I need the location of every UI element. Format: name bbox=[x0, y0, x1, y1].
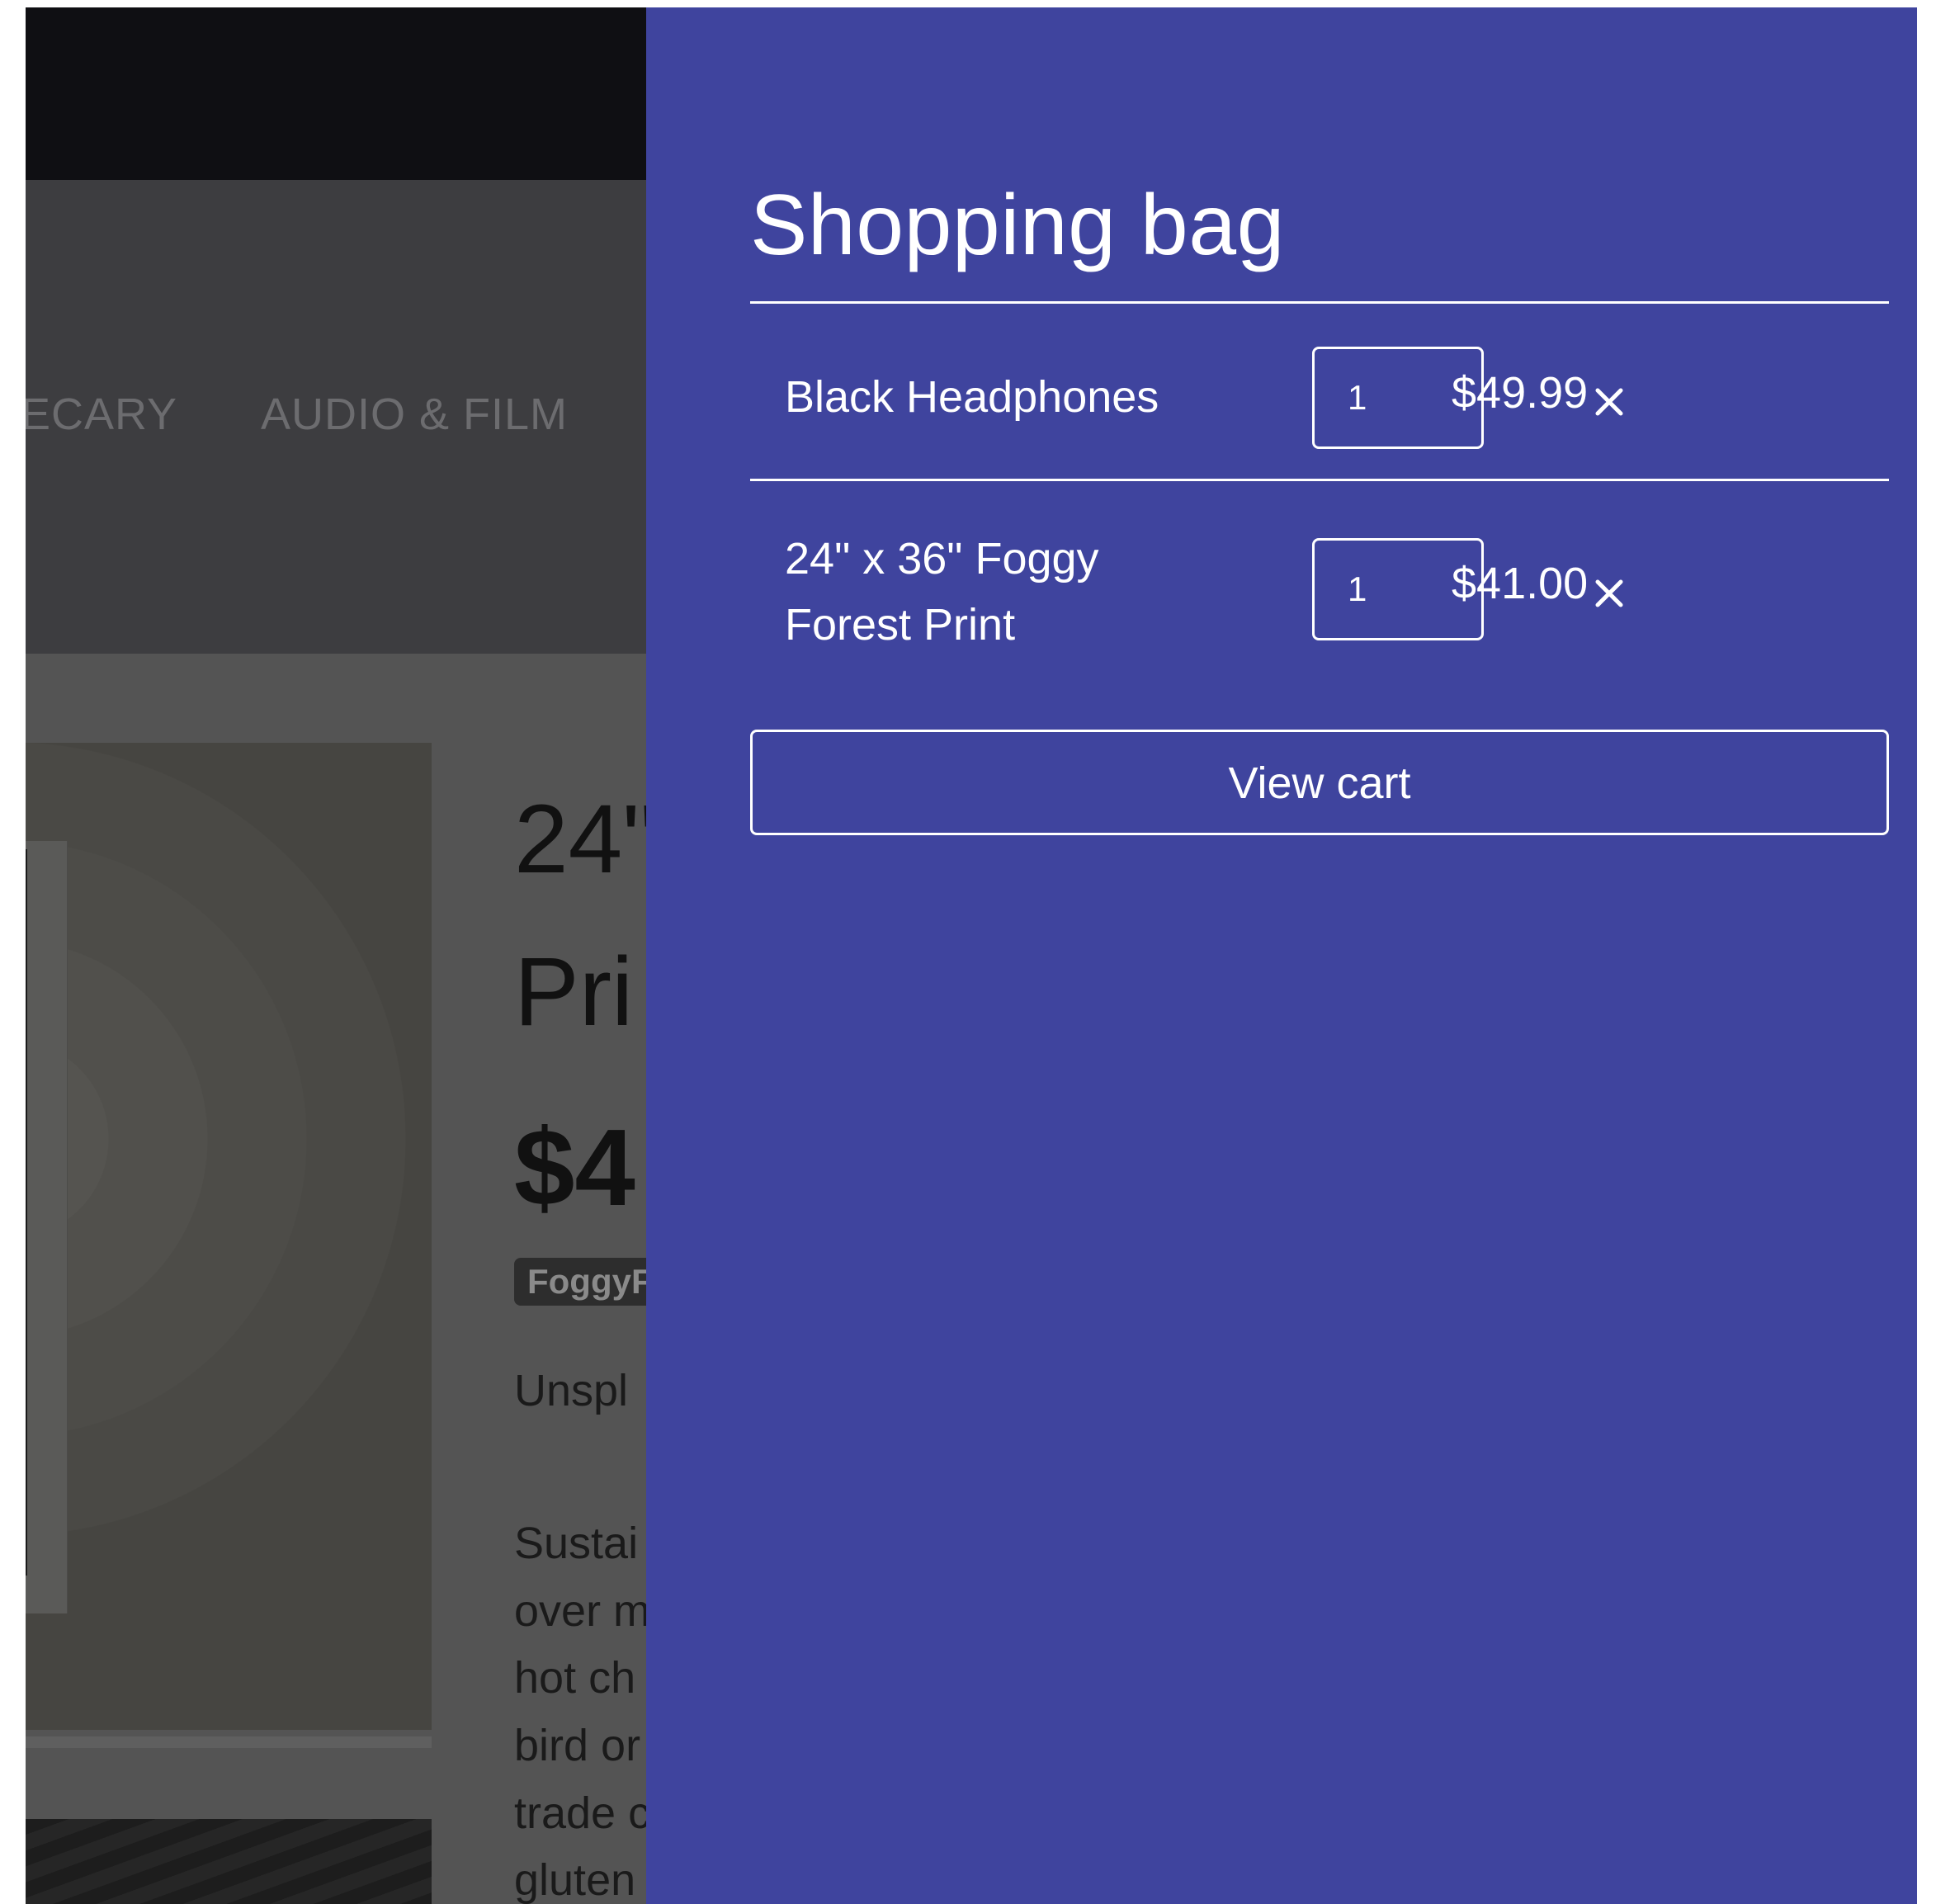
product-price: $4 bbox=[514, 1107, 635, 1228]
product-description-line: bird or bbox=[514, 1721, 641, 1770]
close-icon bbox=[1595, 579, 1623, 607]
remove-item-button[interactable] bbox=[1582, 566, 1636, 621]
product-title-line2: Pri bbox=[514, 938, 634, 1046]
browser-viewport: ECARY AUDIO & FILM 24" Pri $4 FoggyF Uns… bbox=[26, 7, 1917, 1904]
remove-item-button[interactable] bbox=[1582, 375, 1636, 429]
cart-item-price: $49.99 bbox=[1452, 368, 1589, 418]
product-description-line: trade c bbox=[514, 1788, 651, 1838]
cart-item-name-line: 24" x 36" Foggy bbox=[785, 534, 1099, 583]
cart-item: 24" x 36" Foggy Forest Print $41.00 bbox=[750, 481, 1889, 671]
product-tag[interactable]: FoggyF bbox=[514, 1258, 666, 1306]
product-image bbox=[26, 743, 432, 1730]
close-icon bbox=[1595, 388, 1623, 416]
cart-item-name: Black Headphones bbox=[785, 372, 1159, 422]
cart-item-name-line: Forest Print bbox=[785, 600, 1016, 650]
product-title-line1: 24" bbox=[514, 785, 658, 894]
site-header-bar bbox=[26, 7, 646, 180]
drawer-title: Shopping bag bbox=[750, 177, 1285, 273]
product-description-line: Sustai bbox=[514, 1519, 639, 1568]
product-image-frame bbox=[26, 841, 68, 1613]
product-image-shelf bbox=[26, 1736, 432, 1748]
cart-item-name: 24" x 36" Foggy Forest Print bbox=[785, 526, 1099, 658]
cart-item: Black Headphones $49.99 bbox=[750, 304, 1889, 481]
shopping-bag-drawer: Shopping bag Black Headphones $49.99 24"… bbox=[646, 7, 1917, 1904]
view-cart-button[interactable]: View cart bbox=[750, 730, 1889, 835]
product-thumbnail[interactable] bbox=[26, 1819, 432, 1904]
product-description-line: over m bbox=[514, 1586, 651, 1636]
frame-edge bbox=[26, 849, 27, 1576]
nav-item-apothecary[interactable]: ECARY bbox=[26, 389, 177, 440]
product-description-line: hot ch bbox=[514, 1653, 636, 1703]
nav-item-audio-film[interactable]: AUDIO & FILM bbox=[261, 389, 568, 440]
product-description-line: Unspl bbox=[514, 1366, 629, 1415]
product-description-line: gluten bbox=[514, 1855, 636, 1904]
cart-item-price: $41.00 bbox=[1452, 559, 1589, 608]
